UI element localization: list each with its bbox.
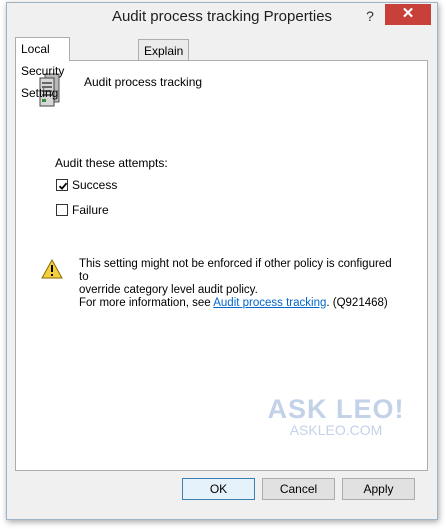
title-bar[interactable]: Audit process tracking Properties ? ✕ xyxy=(7,3,437,32)
checkmark-icon xyxy=(58,182,68,190)
watermark-url: ASKLEO.COM xyxy=(289,422,383,438)
failure-label: Failure xyxy=(72,203,109,217)
warning-icon xyxy=(41,258,63,284)
audit-attempts-label: Audit these attempts: xyxy=(55,156,168,170)
success-checkbox[interactable] xyxy=(56,179,68,191)
warning-line-3: For more information, see Audit process … xyxy=(79,297,399,310)
tab-local-security-setting[interactable]: Local Security Setting xyxy=(15,37,71,100)
kb-reference: . (Q921468) xyxy=(326,297,388,309)
help-button[interactable]: ? xyxy=(359,6,381,26)
ok-button[interactable]: OK xyxy=(182,478,255,500)
more-info-prefix: For more information, see xyxy=(79,297,214,309)
warning-line-1: This setting might not be enforced if ot… xyxy=(79,258,392,283)
failure-checkbox[interactable] xyxy=(56,204,68,216)
audit-process-tracking-link[interactable]: Audit process tracking xyxy=(213,297,326,309)
warning-message: This setting might not be enforced if ot… xyxy=(79,258,399,310)
apply-button[interactable]: Apply xyxy=(342,478,415,500)
policy-name: Audit process tracking xyxy=(84,75,203,89)
properties-dialog: Audit process tracking Properties ? ✕ Lo… xyxy=(6,2,438,520)
watermark-title: ASK LEO! xyxy=(267,394,405,424)
warning-line-2: override category level audit policy. xyxy=(79,284,258,296)
close-icon: ✕ xyxy=(401,5,415,22)
close-button[interactable]: ✕ xyxy=(385,4,431,25)
askleo-watermark: ASK LEO! ASKLEO.COM xyxy=(261,395,411,437)
success-label: Success xyxy=(72,178,118,192)
cancel-button[interactable]: Cancel xyxy=(262,478,335,500)
tab-explain[interactable]: Explain xyxy=(138,39,190,61)
